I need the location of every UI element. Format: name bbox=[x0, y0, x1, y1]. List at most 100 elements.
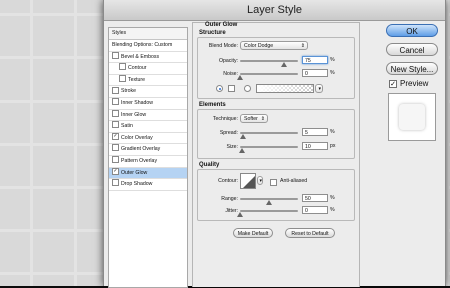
opacity-label: Opacity: bbox=[218, 58, 238, 64]
style-preview bbox=[388, 93, 436, 141]
style-checkbox[interactable] bbox=[119, 63, 126, 71]
styles-list-item[interactable]: Inner Shadow bbox=[109, 98, 187, 110]
range-slider-thumb[interactable] bbox=[266, 200, 272, 205]
styles-header[interactable]: Styles bbox=[109, 28, 187, 40]
style-checkbox[interactable] bbox=[112, 109, 119, 117]
checkmark-icon: ✓ bbox=[113, 132, 118, 139]
dialog-title: Layer Style bbox=[104, 0, 445, 21]
jitter-slider-thumb[interactable] bbox=[237, 212, 243, 217]
select-arrow-icon: ⇕ bbox=[260, 116, 265, 122]
noise-slider-thumb[interactable] bbox=[237, 75, 243, 80]
spread-input[interactable]: 5 bbox=[302, 128, 328, 136]
style-checkbox[interactable] bbox=[112, 86, 119, 94]
styles-list-item-label: Bevel & Emboss bbox=[121, 53, 160, 60]
noise-input[interactable]: 0 bbox=[302, 69, 328, 77]
opacity-slider-thumb[interactable] bbox=[280, 62, 287, 67]
anti-aliased-checkbox[interactable] bbox=[270, 179, 277, 186]
styles-list-item[interactable]: Gradient Overlay bbox=[109, 144, 187, 156]
spread-slider-thumb[interactable] bbox=[239, 134, 246, 139]
make-default-button[interactable]: Make Default bbox=[233, 228, 273, 238]
contour-label: Contour: bbox=[218, 178, 238, 184]
size-slider[interactable] bbox=[240, 146, 298, 148]
style-checkbox[interactable] bbox=[112, 121, 119, 129]
range-unit: % bbox=[330, 195, 335, 201]
checkmark-icon: ✓ bbox=[390, 81, 396, 88]
noise-unit: % bbox=[330, 70, 335, 76]
elements-title: Elements bbox=[199, 102, 226, 108]
cancel-button[interactable]: Cancel bbox=[386, 43, 438, 56]
select-arrow-icon: ⇕ bbox=[300, 43, 305, 49]
technique-select[interactable]: Softer ⇕ bbox=[240, 114, 268, 123]
styles-list-item-label: Gradient Overlay bbox=[121, 146, 161, 153]
style-checkbox[interactable] bbox=[112, 144, 119, 152]
styles-list-item-label: Texture bbox=[128, 76, 146, 83]
gradient-radio[interactable] bbox=[244, 85, 251, 92]
chevron-down-icon: ▾ bbox=[318, 86, 321, 92]
styles-list-item[interactable]: Blending Options: Custom bbox=[109, 40, 187, 52]
styles-list-item[interactable]: Inner Glow bbox=[109, 109, 187, 122]
technique-value: Softer bbox=[244, 116, 258, 122]
preview-label: Preview bbox=[400, 79, 429, 88]
linear-contour-icon bbox=[243, 176, 255, 188]
preview-swatch bbox=[399, 104, 425, 130]
outer-glow-panel: Outer Glow Structure Blend Mode: Color D… bbox=[192, 22, 360, 287]
styles-list-item-label: Drop Shadow bbox=[121, 181, 153, 188]
anti-aliased-label: Anti-aliased bbox=[280, 178, 308, 184]
styles-list-item[interactable]: Pattern Overlay bbox=[109, 156, 187, 168]
range-input[interactable]: 50 bbox=[302, 194, 328, 202]
preview-checkbox[interactable]: ✓ bbox=[389, 80, 397, 88]
blend-mode-select[interactable]: Color Dodge ⇕ bbox=[240, 41, 308, 50]
contour-picker[interactable] bbox=[240, 173, 256, 189]
styles-list-item[interactable]: Stroke bbox=[109, 86, 187, 98]
reset-to-default-button[interactable]: Reset to Default bbox=[285, 228, 335, 238]
style-checkbox[interactable] bbox=[112, 179, 119, 187]
size-input[interactable]: 10 bbox=[302, 142, 328, 150]
glow-color-swatch[interactable] bbox=[228, 85, 235, 92]
noise-slider[interactable] bbox=[240, 73, 298, 75]
styles-list-item-label: Contour bbox=[128, 65, 147, 72]
ok-button[interactable]: OK bbox=[386, 24, 438, 37]
styles-list-item[interactable]: ✓ Color Overlay bbox=[109, 132, 187, 145]
styles-list-item-label: Pattern Overlay bbox=[121, 157, 158, 164]
contour-dropdown[interactable]: ▾ bbox=[257, 176, 263, 185]
style-checkbox[interactable]: ✓ bbox=[112, 132, 119, 140]
quality-group: Contour: ▾ Anti-aliased Range: 50 % Jitt… bbox=[197, 169, 355, 221]
opacity-input[interactable]: 75 bbox=[302, 56, 328, 64]
style-checkbox[interactable] bbox=[112, 98, 119, 106]
styles-list-item[interactable]: Contour bbox=[109, 63, 187, 75]
structure-title: Structure bbox=[199, 30, 226, 36]
glow-gradient-picker[interactable] bbox=[256, 84, 314, 93]
styles-list-item-label: Blending Options: Custom bbox=[112, 42, 173, 48]
style-checkbox[interactable] bbox=[112, 51, 119, 59]
styles-list-item-label: Outer Glow bbox=[121, 169, 148, 176]
chevron-down-icon: ▾ bbox=[259, 178, 262, 184]
style-checkbox[interactable] bbox=[119, 74, 126, 82]
blend-mode-label: Blend Mode: bbox=[208, 43, 238, 49]
opacity-slider[interactable] bbox=[240, 60, 298, 62]
styles-list-item[interactable]: Satin bbox=[109, 121, 187, 133]
style-checkbox[interactable]: ✓ bbox=[112, 167, 119, 175]
gradient-dropdown[interactable]: ▾ bbox=[315, 84, 323, 93]
styles-list-item[interactable]: Bevel & Emboss bbox=[109, 51, 187, 64]
jitter-slider[interactable] bbox=[240, 210, 298, 212]
styles-list: Styles Blending Options: Custom Bevel & E… bbox=[108, 27, 188, 288]
jitter-unit: % bbox=[330, 207, 335, 213]
styles-list-item-label: Inner Shadow bbox=[121, 99, 154, 106]
technique-label: Technique: bbox=[212, 116, 238, 122]
styles-list-item[interactable]: Texture bbox=[109, 74, 187, 87]
elements-group: Technique: Softer ⇕ Spread: 5 % Size: 10… bbox=[197, 109, 355, 159]
styles-list-item[interactable]: Drop Shadow bbox=[109, 179, 187, 191]
new-style-button[interactable]: New Style... bbox=[386, 62, 438, 75]
spread-label: Spread: bbox=[219, 130, 238, 136]
spread-slider[interactable] bbox=[240, 132, 298, 134]
styles-list-item-label: Color Overlay bbox=[121, 134, 153, 141]
range-label: Range: bbox=[221, 196, 238, 202]
styles-list-item[interactable]: ✓ Outer Glow bbox=[109, 167, 187, 180]
style-checkbox[interactable] bbox=[112, 156, 119, 164]
solid-color-radio[interactable] bbox=[216, 85, 223, 92]
size-label: Size: bbox=[226, 144, 238, 150]
size-slider-thumb[interactable] bbox=[239, 148, 246, 153]
spread-unit: % bbox=[330, 129, 335, 135]
jitter-input[interactable]: 0 bbox=[302, 206, 328, 214]
checkmark-icon: ✓ bbox=[113, 167, 118, 174]
